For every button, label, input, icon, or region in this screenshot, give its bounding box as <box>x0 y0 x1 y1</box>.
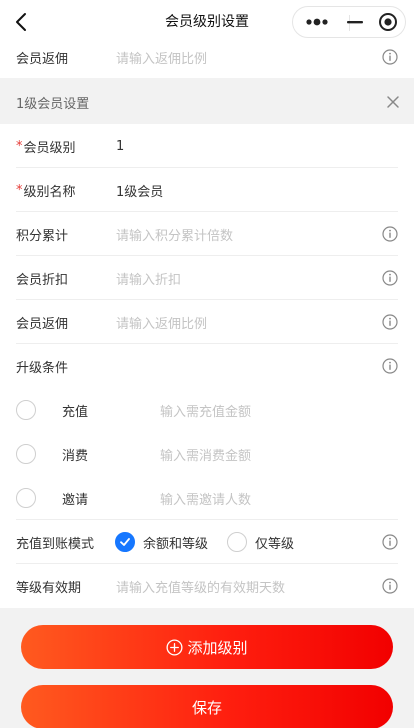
form-row-rebate: 会员返佣 请输入返佣比例 <box>0 300 414 344</box>
info-icon[interactable] <box>382 534 398 550</box>
form-row-upgrade: 升级条件 <box>0 344 414 388</box>
info-icon[interactable] <box>382 49 398 65</box>
add-level-button[interactable]: 添加级别 <box>21 625 393 669</box>
level-name-label-text: 级别名称 <box>23 184 76 200</box>
navigation-bar: 会员级别设置 <box>0 0 414 44</box>
rebate-label: 会员返佣 <box>16 316 69 332</box>
bottom-actions: 添加级别 保存 <box>0 608 414 728</box>
condition-input-invite[interactable]: 输入需邀请人数 <box>160 476 251 520</box>
condition-row-invite: 邀请 输入需邀请人数 <box>0 476 414 520</box>
section-header: 1级会员设置 <box>0 80 414 124</box>
radio-consume[interactable] <box>16 444 36 464</box>
points-label: 积分累计 <box>16 228 69 244</box>
add-circle-icon <box>166 638 184 656</box>
radio-icon[interactable] <box>227 532 247 552</box>
section-title: 1级会员设置 <box>16 96 90 112</box>
form-row-recharge-mode: 充值到账模式 余额和等级 仅等级 <box>0 520 414 564</box>
radio-recharge[interactable] <box>16 400 36 420</box>
mode-option-2-label: 仅等级 <box>255 536 295 552</box>
condition-row-recharge: 充值 输入需充值金额 <box>0 388 414 432</box>
info-icon[interactable] <box>382 314 398 330</box>
validity-label: 等级有效期 <box>16 580 82 596</box>
radio-invite[interactable] <box>16 488 36 508</box>
target-close-icon[interactable] <box>371 7 405 37</box>
level-label: * 会员级别 <box>16 124 76 168</box>
mode-option-level-only[interactable]: 仅等级 <box>227 520 294 564</box>
add-level-label: 添加级别 <box>187 638 248 657</box>
required-mark: * <box>16 182 23 198</box>
info-icon[interactable] <box>382 226 398 242</box>
mini-program-capsule <box>292 6 406 38</box>
checkmark-icon[interactable] <box>115 532 135 552</box>
close-icon[interactable] <box>386 95 400 109</box>
condition-input-recharge[interactable]: 输入需充值金额 <box>160 388 251 432</box>
condition-label-consume: 消费 <box>62 448 89 464</box>
info-icon[interactable] <box>382 270 398 286</box>
level-name-input[interactable]: 1级会员 <box>116 168 163 212</box>
level-label-text: 会员级别 <box>23 140 76 156</box>
form-row-points: 积分累计 请输入积分累计倍数 <box>0 212 414 256</box>
recharge-mode-label: 充值到账模式 <box>16 536 95 552</box>
condition-row-consume: 消费 输入需消费金额 <box>0 432 414 476</box>
save-button[interactable]: 保存 <box>21 685 393 728</box>
form-row-validity: 等级有效期 请输入充值等级的有效期天数 <box>0 564 414 608</box>
mode-option-1-label: 余额和等级 <box>143 536 209 552</box>
points-input[interactable]: 请输入积分累计倍数 <box>116 212 233 256</box>
discount-input[interactable]: 请输入折扣 <box>116 256 181 300</box>
level-input[interactable]: 1 <box>116 124 124 168</box>
condition-input-consume[interactable]: 输入需消费金额 <box>160 432 251 476</box>
upgrade-label: 升级条件 <box>16 360 69 376</box>
validity-input[interactable]: 请输入充值等级的有效期天数 <box>116 564 285 608</box>
info-icon[interactable] <box>382 578 398 594</box>
condition-label-recharge: 充值 <box>62 404 89 420</box>
minimize-icon[interactable] <box>339 7 371 37</box>
form-row-level-name: * 级别名称 1级会员 <box>0 168 414 212</box>
save-label: 保存 <box>191 698 222 717</box>
form-row-level: * 会员级别 1 <box>0 124 414 168</box>
required-mark: * <box>16 138 23 154</box>
discount-label: 会员折扣 <box>16 272 69 288</box>
rebate-input[interactable]: 请输入返佣比例 <box>116 300 207 344</box>
condition-label-invite: 邀请 <box>62 492 89 508</box>
info-icon[interactable] <box>382 358 398 374</box>
level-name-label: * 级别名称 <box>16 168 76 212</box>
mode-option-balance-and-level[interactable]: 余额和等级 <box>115 520 208 564</box>
form-row-discount: 会员折扣 请输入折扣 <box>0 256 414 300</box>
